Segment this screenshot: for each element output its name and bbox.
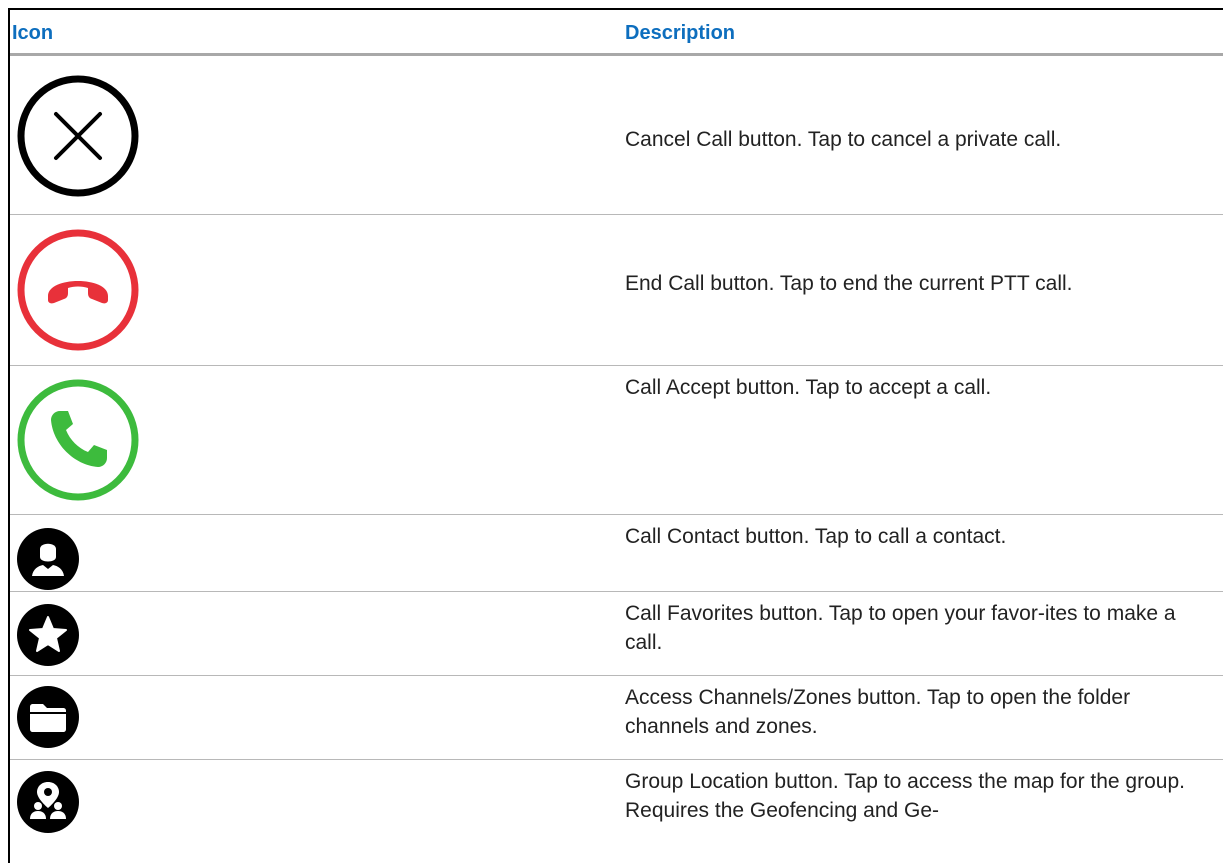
row-description: End Call button. Tap to end the current … (625, 272, 1073, 295)
call-accept-icon (16, 378, 140, 502)
group-location-icon (16, 770, 80, 834)
cancel-call-icon (16, 74, 140, 198)
row-description: Cancel Call button. Tap to cancel a priv… (625, 128, 1062, 151)
table-row: Call Accept button. Tap to accept a call… (10, 366, 1223, 515)
end-call-icon (16, 228, 140, 352)
row-description: Call Contact button. Tap to call a conta… (625, 525, 1007, 548)
table-row: Call Favorites button. Tap to open your … (10, 592, 1223, 676)
table-row: Cancel Call button. Tap to cancel a priv… (10, 56, 1223, 215)
icon-description-table: Icon Description Cancel Call button. Tap… (8, 8, 1223, 863)
row-description: Group Location button. Tap to access the… (625, 770, 1185, 822)
table-row: End Call button. Tap to end the current … (10, 215, 1223, 366)
table-header-row: Icon Description (10, 10, 1223, 56)
row-description: Call Accept button. Tap to accept a call… (625, 376, 992, 399)
channels-zones-icon (16, 685, 80, 749)
call-favorites-icon (16, 603, 80, 667)
description-column-header: Description (625, 22, 736, 44)
icon-column-header: Icon (12, 22, 54, 44)
call-contact-icon (16, 527, 80, 591)
table-row: Group Location button. Tap to access the… (10, 760, 1223, 865)
row-description: Access Channels/Zones button. Tap to ope… (625, 686, 1131, 738)
table-row: Access Channels/Zones button. Tap to ope… (10, 676, 1223, 760)
row-description: Call Favorites button. Tap to open your … (625, 602, 1176, 654)
table-row: Call Contact button. Tap to call a conta… (10, 515, 1223, 592)
